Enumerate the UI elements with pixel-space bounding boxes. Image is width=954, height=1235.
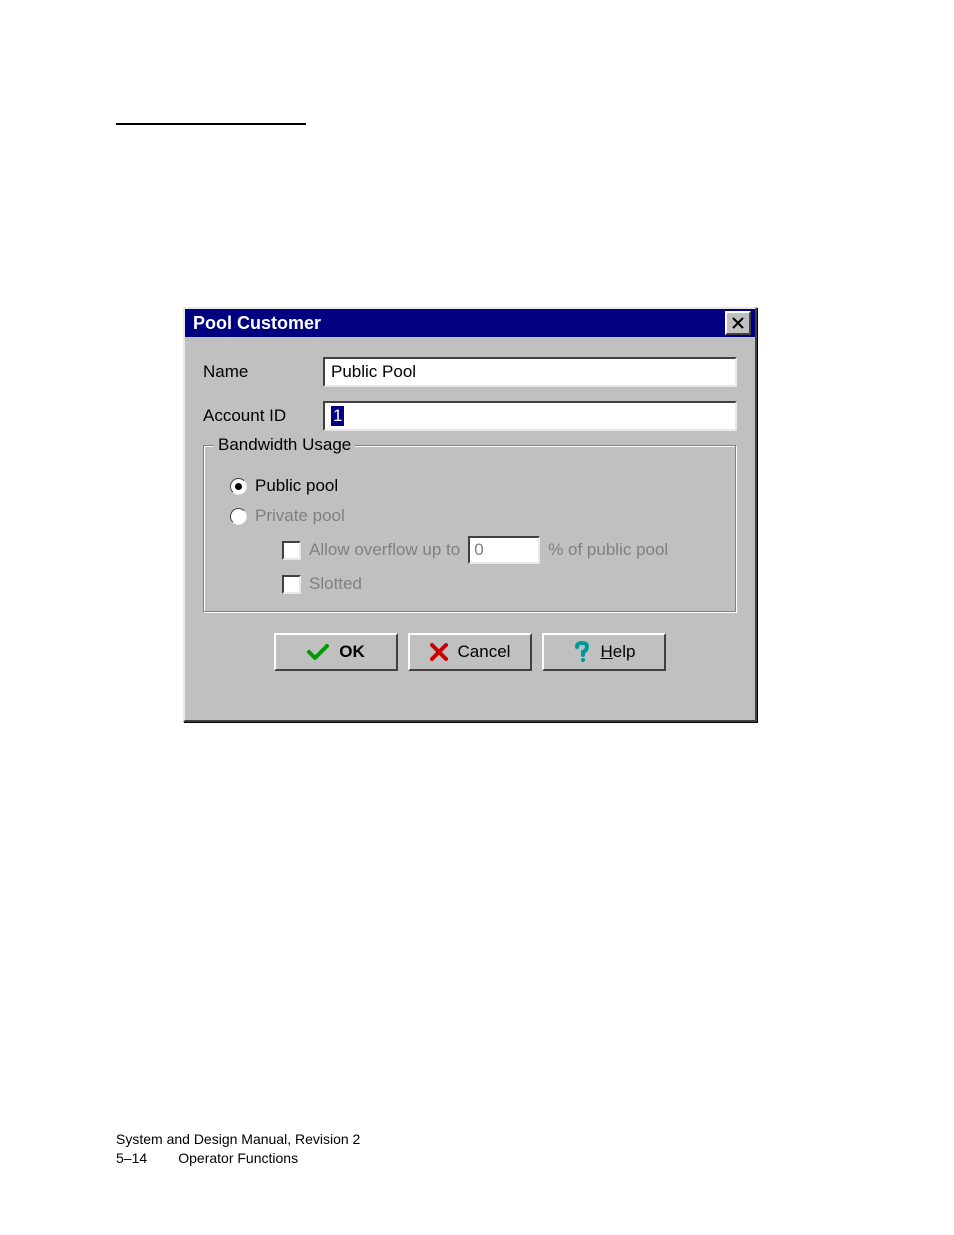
close-button[interactable]	[725, 311, 751, 335]
private-pool-label: Private pool	[255, 506, 345, 526]
name-label: Name	[203, 362, 323, 382]
overflow-row: Allow overflow up to 0 % of public pool	[282, 536, 718, 564]
name-value: Public Pool	[331, 362, 416, 382]
ok-button[interactable]: OK	[274, 633, 398, 671]
titlebar: Pool Customer	[185, 309, 755, 337]
slotted-checkbox[interactable]	[282, 575, 301, 594]
account-value: 1	[331, 406, 344, 426]
ok-label: OK	[339, 642, 365, 662]
account-row: Account ID 1	[203, 401, 737, 431]
overflow-input[interactable]: 0	[468, 536, 540, 564]
x-icon	[430, 643, 448, 661]
cancel-label: Cancel	[458, 642, 511, 662]
button-row: OK Cancel Help	[203, 633, 737, 671]
close-icon	[732, 317, 744, 329]
slotted-label: Slotted	[309, 574, 362, 594]
overflow-suffix: % of public pool	[548, 540, 668, 560]
bandwidth-usage-group: Bandwidth Usage Public pool Private pool…	[203, 445, 737, 613]
group-legend: Bandwidth Usage	[214, 435, 355, 455]
pool-customer-dialog: Pool Customer Name Public Pool Account I…	[183, 307, 757, 722]
public-pool-radio-row[interactable]: Public pool	[230, 476, 718, 496]
radio-icon	[230, 478, 247, 495]
dialog-body: Name Public Pool Account ID 1 Bandwidth …	[185, 337, 755, 685]
cancel-button[interactable]: Cancel	[408, 633, 532, 671]
name-row: Name Public Pool	[203, 357, 737, 387]
footer-line1: System and Design Manual, Revision 2	[116, 1130, 360, 1149]
slotted-row: Slotted	[282, 574, 718, 594]
radio-icon	[230, 508, 247, 525]
name-input[interactable]: Public Pool	[323, 357, 737, 387]
footer-line2: 5–14 Operator Functions	[116, 1149, 360, 1168]
overflow-checkbox[interactable]	[282, 541, 301, 560]
help-label: Help	[601, 642, 636, 662]
section-divider	[116, 123, 306, 125]
question-icon	[573, 641, 591, 663]
public-pool-label: Public pool	[255, 476, 338, 496]
dialog-title: Pool Customer	[193, 313, 321, 334]
account-input[interactable]: 1	[323, 401, 737, 431]
page-footer: System and Design Manual, Revision 2 5–1…	[116, 1130, 360, 1168]
check-icon	[307, 643, 329, 661]
help-button[interactable]: Help	[542, 633, 666, 671]
private-pool-radio-row[interactable]: Private pool	[230, 506, 718, 526]
overflow-label: Allow overflow up to	[309, 540, 460, 560]
overflow-value: 0	[474, 540, 483, 560]
account-label: Account ID	[203, 406, 323, 426]
